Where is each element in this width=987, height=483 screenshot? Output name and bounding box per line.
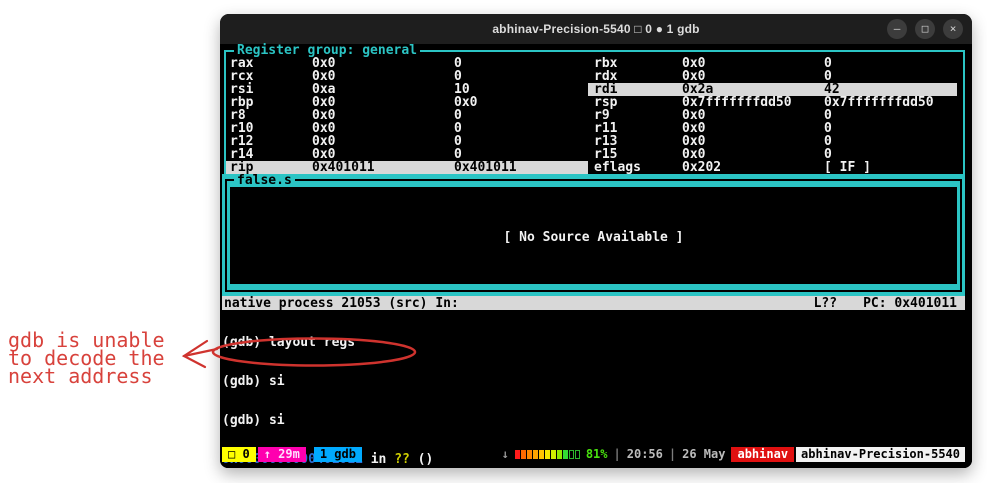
annotation-text: gdb is unable to decode the next address xyxy=(8,328,165,388)
register-row-r8: r8 0x0 0 xyxy=(226,109,588,122)
battery-block-empty xyxy=(568,450,574,459)
source-window-content: [ No Source Available ] xyxy=(230,187,957,284)
battery-percent: 81% xyxy=(585,447,608,461)
window-titlebar[interactable]: abhinav-Precision-5540 □ 0 ● 1 gdb – □ × xyxy=(220,14,972,44)
tmux-uptime-segment: ↑ 29m xyxy=(257,447,306,462)
annotation-arrowhead xyxy=(181,339,209,369)
console-line: (gdb) si xyxy=(222,413,285,428)
minimize-button-icon[interactable]: – xyxy=(887,19,907,39)
register-row-rsp: rsp 0x7fffffffdd50 0x7fffffffdd50 xyxy=(588,96,957,109)
battery-block-filled xyxy=(556,450,562,459)
register-row-r15: r15 0x0 0 xyxy=(588,148,957,161)
no-source-message: [ No Source Available ] xyxy=(503,230,684,245)
close-button-icon[interactable]: × xyxy=(943,19,963,39)
line-indicator: L?? xyxy=(813,295,838,311)
register-row-r9: r9 0x0 0 xyxy=(588,109,957,122)
console-line: (gdb) si xyxy=(222,374,285,389)
register-row-eflags: eflags 0x202 [ IF ] xyxy=(588,161,957,174)
register-row-r11: r11 0x0 0 xyxy=(588,122,957,135)
gdb-status-line: native process 21053 (src) In: L?? PC: 0… xyxy=(222,296,965,310)
battery-meter xyxy=(514,450,580,459)
register-row-rbx: rbx 0x0 0 xyxy=(588,57,957,70)
source-window-title: false.s xyxy=(234,174,295,187)
tmux-window-tab[interactable]: 1 gdb xyxy=(313,447,362,462)
register-row-r10: r10 0x0 0 xyxy=(226,122,588,135)
register-row-rsi: rsi 0xa 10 xyxy=(226,83,588,96)
user-badge: abhinav xyxy=(731,447,795,462)
battery-block-filled xyxy=(532,450,538,459)
register-group-title: Register group: general xyxy=(234,44,421,57)
battery-block-filled xyxy=(526,450,532,459)
status-right: L?? PC: 0x401011 xyxy=(814,297,965,310)
battery-block-filled xyxy=(520,450,526,459)
register-window: Register group: general rax 0x0 0 rcx 0x0 0 … xyxy=(224,44,965,174)
register-row-rcx: rcx 0x0 0 xyxy=(226,70,588,83)
register-dec: [ IF ] xyxy=(824,160,871,175)
battery-block-filled xyxy=(544,450,550,459)
separator: | xyxy=(668,447,677,461)
annotation-arrow-tail xyxy=(182,347,219,358)
register-hex: 0x401011 xyxy=(312,160,375,175)
tmux-right-cluster: ↓ 81% | 20:56 | 26 May abhinav abhinav-P… xyxy=(502,447,965,462)
register-hex: 0x202 xyxy=(682,160,722,175)
register-row-r12: r12 0x0 0 xyxy=(226,135,588,148)
register-row-rax: rax 0x0 0 xyxy=(226,57,588,70)
maximize-button-icon[interactable]: □ xyxy=(915,19,935,39)
console-line: (gdb) layout regs xyxy=(222,335,356,350)
battery-block-filled xyxy=(538,450,544,459)
source-window: false.s [ No Source Available ] xyxy=(222,174,965,296)
process-status: native process 21053 (src) In: xyxy=(224,295,459,311)
clock-time: 20:56 xyxy=(626,447,663,461)
register-row-r14: r14 0x0 0 xyxy=(226,148,588,161)
tmux-status-bar: □ 0 ↑ 29m 1 gdb ↓ 81% | 20:56 | 26 May a… xyxy=(222,447,965,462)
window-controls: – □ × xyxy=(887,19,963,39)
battery-block-filled xyxy=(514,450,520,459)
register-name: eflags xyxy=(594,160,641,175)
pc-indicator: PC: 0x401011 xyxy=(863,295,957,311)
register-row-r13: r13 0x0 0 xyxy=(588,135,957,148)
separator: | xyxy=(613,447,621,461)
register-dec: 0x7fffffffdd50 xyxy=(824,95,934,110)
date: 26 May xyxy=(682,447,726,461)
register-row-rdx: rdx 0x0 0 xyxy=(588,70,957,83)
tmux-session-segment: □ 0 xyxy=(222,447,256,462)
register-row-rbp: rbp 0x0 0x0 xyxy=(226,96,588,109)
window-title: abhinav-Precision-5540 □ 0 ● 1 gdb xyxy=(492,22,700,36)
register-dec: 0x401011 xyxy=(454,160,517,175)
down-arrow-icon: ↓ xyxy=(501,447,509,461)
page-root: gdb is unable to decode the next address… xyxy=(0,0,987,483)
terminal-content: Register group: general rax 0x0 0 rcx 0x0 0 … xyxy=(220,44,972,468)
battery-block-empty xyxy=(574,450,580,459)
terminal-window: abhinav-Precision-5540 □ 0 ● 1 gdb – □ ×… xyxy=(220,14,972,468)
battery-block-filled xyxy=(562,450,568,459)
register-window-border-right xyxy=(963,50,965,174)
hostname-badge: abhinav-Precision-5540 xyxy=(796,447,965,462)
battery-block-filled xyxy=(550,450,556,459)
